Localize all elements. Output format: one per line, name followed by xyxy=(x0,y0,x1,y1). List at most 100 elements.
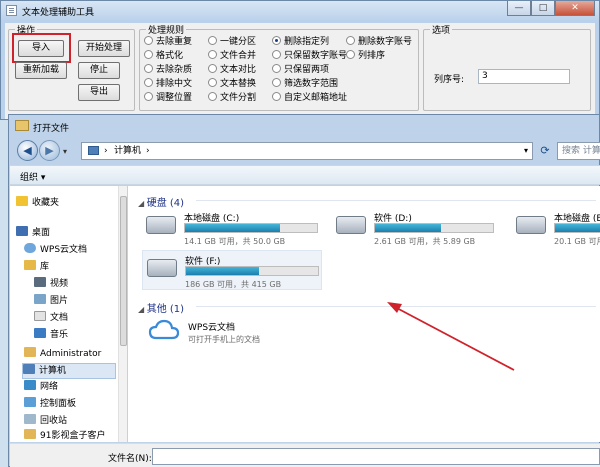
dialog-title: 打开文件 xyxy=(33,124,70,134)
export-button[interactable]: 导出 xyxy=(78,84,120,101)
drive-e[interactable]: 本地磁盘 (E:) 20.1 GB 可用，共 xyxy=(512,208,600,248)
radio-keep-numeric-account[interactable]: 只保留数字账号 xyxy=(272,50,347,62)
wps-title: WPS云文档 xyxy=(188,323,236,333)
radio-merge-files[interactable]: 文件合并 xyxy=(208,50,256,62)
radio-filter-number-range[interactable]: 筛选数字范围 xyxy=(272,78,338,90)
drive-d[interactable]: 软件 (D:) 2.61 GB 可用，共 5.89 GB xyxy=(332,208,512,248)
section-other[interactable]: ◢ 其他 (1) xyxy=(138,300,184,315)
filename-input[interactable] xyxy=(152,448,600,465)
main-titlebar[interactable]: 文本处理辅助工具 — □ ✕ xyxy=(1,1,599,20)
wps-cloud-item[interactable]: WPS云文档 可打开手机上的文档 xyxy=(148,318,318,352)
radio-dot xyxy=(208,78,217,87)
nav-documents[interactable]: 文档 xyxy=(34,311,68,325)
column-index-input[interactable]: 3 xyxy=(478,69,570,84)
nav-administrator[interactable]: Administrator xyxy=(24,347,101,361)
section-hard-disks[interactable]: ◢ 硬盘 (4) xyxy=(138,194,184,209)
document-icon xyxy=(34,311,46,321)
breadcrumb-separator: › xyxy=(104,146,108,156)
app-icon xyxy=(6,5,17,16)
nav-network[interactable]: 网络 xyxy=(24,380,58,394)
drive-d-usage-fill xyxy=(375,224,442,232)
radio-format[interactable]: 格式化 xyxy=(144,50,183,62)
radio-split-file[interactable]: 文件分割 xyxy=(208,92,256,104)
group-operate: 操作 导入 开始处理 重新加载 停止 导出 xyxy=(8,23,135,111)
radio-dot xyxy=(144,50,153,59)
radio-dot xyxy=(346,50,355,59)
drive-c-usage-bar xyxy=(184,223,318,233)
drive-f[interactable]: 软件 (F:) 186 GB 可用，共 415 GB xyxy=(142,250,322,290)
search-input[interactable]: 搜索 计算机 xyxy=(557,142,600,160)
radio-dot xyxy=(346,36,355,45)
nav-videos[interactable]: 视频 xyxy=(34,277,68,291)
import-button[interactable]: 导入 xyxy=(18,40,64,57)
address-dropdown-icon[interactable]: ▾ xyxy=(524,143,528,159)
nav-91-box[interactable]: 91影视盒子客户 xyxy=(24,429,105,443)
music-icon xyxy=(34,328,46,338)
computer-icon xyxy=(23,364,35,374)
start-process-button[interactable]: 开始处理 xyxy=(78,40,130,57)
nav-scroll-thumb[interactable] xyxy=(120,196,127,346)
back-icon[interactable]: ◀ xyxy=(17,140,38,161)
radio-dot xyxy=(208,92,217,101)
organize-menu[interactable]: 组织 ▾ xyxy=(20,170,45,183)
address-bar[interactable]: › 计算机 › ▾ xyxy=(81,142,533,160)
radio-keep-two-items[interactable]: 只保留两项 xyxy=(272,64,329,76)
drive-f-usage-fill xyxy=(186,267,259,275)
radio-dot-selected xyxy=(272,36,281,45)
hard-drive-icon xyxy=(147,259,177,277)
main-window: 文本处理辅助工具 — □ ✕ 操作 导入 开始处理 重新加载 停止 导出 处理规… xyxy=(0,0,600,120)
drive-c[interactable]: 本地磁盘 (C:) 14.1 GB 可用，共 50.0 GB xyxy=(142,208,322,248)
minimize-button[interactable]: — xyxy=(507,1,531,16)
radio-exclude-chinese[interactable]: 排除中文 xyxy=(144,78,192,90)
nav-recycle-bin[interactable]: 回收站 xyxy=(24,414,67,428)
video-icon xyxy=(34,277,46,287)
radio-remove-impurity[interactable]: 去除杂质 xyxy=(144,64,192,76)
group-rules-label: 处理规则 xyxy=(146,23,187,36)
maximize-button[interactable]: □ xyxy=(531,1,555,16)
refresh-icon[interactable]: ⟳ xyxy=(536,142,554,160)
radio-replace-text[interactable]: 文本替换 xyxy=(208,78,256,90)
radio-dot xyxy=(272,92,281,101)
breadcrumb-separator-2: › xyxy=(146,146,150,156)
nav-music[interactable]: 音乐 xyxy=(34,328,68,342)
section-divider xyxy=(196,200,596,201)
star-icon xyxy=(16,196,28,206)
main-title: 文本处理辅助工具 xyxy=(22,8,95,18)
wps-subtitle: 可打开手机上的文档 xyxy=(188,335,260,344)
column-index-label: 列序号: xyxy=(434,75,465,85)
nav-desktop[interactable]: 桌面 xyxy=(16,226,50,240)
nav-scrollbar[interactable] xyxy=(118,186,127,442)
drive-e-info: 20.1 GB 可用，共 xyxy=(554,237,600,246)
control-panel-icon xyxy=(24,397,36,407)
stop-button[interactable]: 停止 xyxy=(78,62,120,79)
radio-compare-text[interactable]: 文本对比 xyxy=(208,64,256,76)
folder-icon xyxy=(24,429,36,439)
radio-custom-email[interactable]: 自定义邮箱地址 xyxy=(272,92,347,104)
dialog-toolbar: 组织 ▾ xyxy=(10,165,600,185)
radio-delete-column[interactable]: 删除指定列 xyxy=(272,36,329,48)
recycle-bin-icon xyxy=(24,414,36,424)
history-dropdown-icon[interactable]: ▾ xyxy=(63,147,67,156)
radio-delete-numeric-account[interactable]: 删除数字账号 xyxy=(346,36,412,48)
window-buttons: — □ ✕ xyxy=(507,1,595,17)
nav-computer[interactable]: 计算机 xyxy=(22,363,116,379)
hard-drive-icon xyxy=(516,216,546,234)
radio-dot xyxy=(144,92,153,101)
nav-control-panel[interactable]: 控制面板 xyxy=(24,397,76,411)
nav-favorites[interactable]: 收藏夹 xyxy=(16,196,59,210)
nav-library[interactable]: 库 xyxy=(24,260,49,274)
reload-button[interactable]: 重新加载 xyxy=(15,62,67,79)
folder-icon xyxy=(15,120,29,131)
group-options-label: 选项 xyxy=(430,23,453,36)
radio-dedupe[interactable]: 去除重复 xyxy=(144,36,192,48)
radio-dot xyxy=(272,78,281,87)
forward-icon[interactable]: ▶ xyxy=(39,140,60,161)
close-button[interactable]: ✕ xyxy=(555,1,595,16)
nav-pictures[interactable]: 图片 xyxy=(34,294,68,308)
radio-partition[interactable]: 一键分区 xyxy=(208,36,256,48)
radio-adjust-position[interactable]: 调整位置 xyxy=(144,92,192,104)
nav-wps[interactable]: WPS云文档 xyxy=(24,243,87,257)
computer-icon xyxy=(88,146,99,155)
radio-sort-column[interactable]: 列排序 xyxy=(346,50,385,62)
breadcrumb-computer[interactable]: 计算机 xyxy=(114,143,141,159)
